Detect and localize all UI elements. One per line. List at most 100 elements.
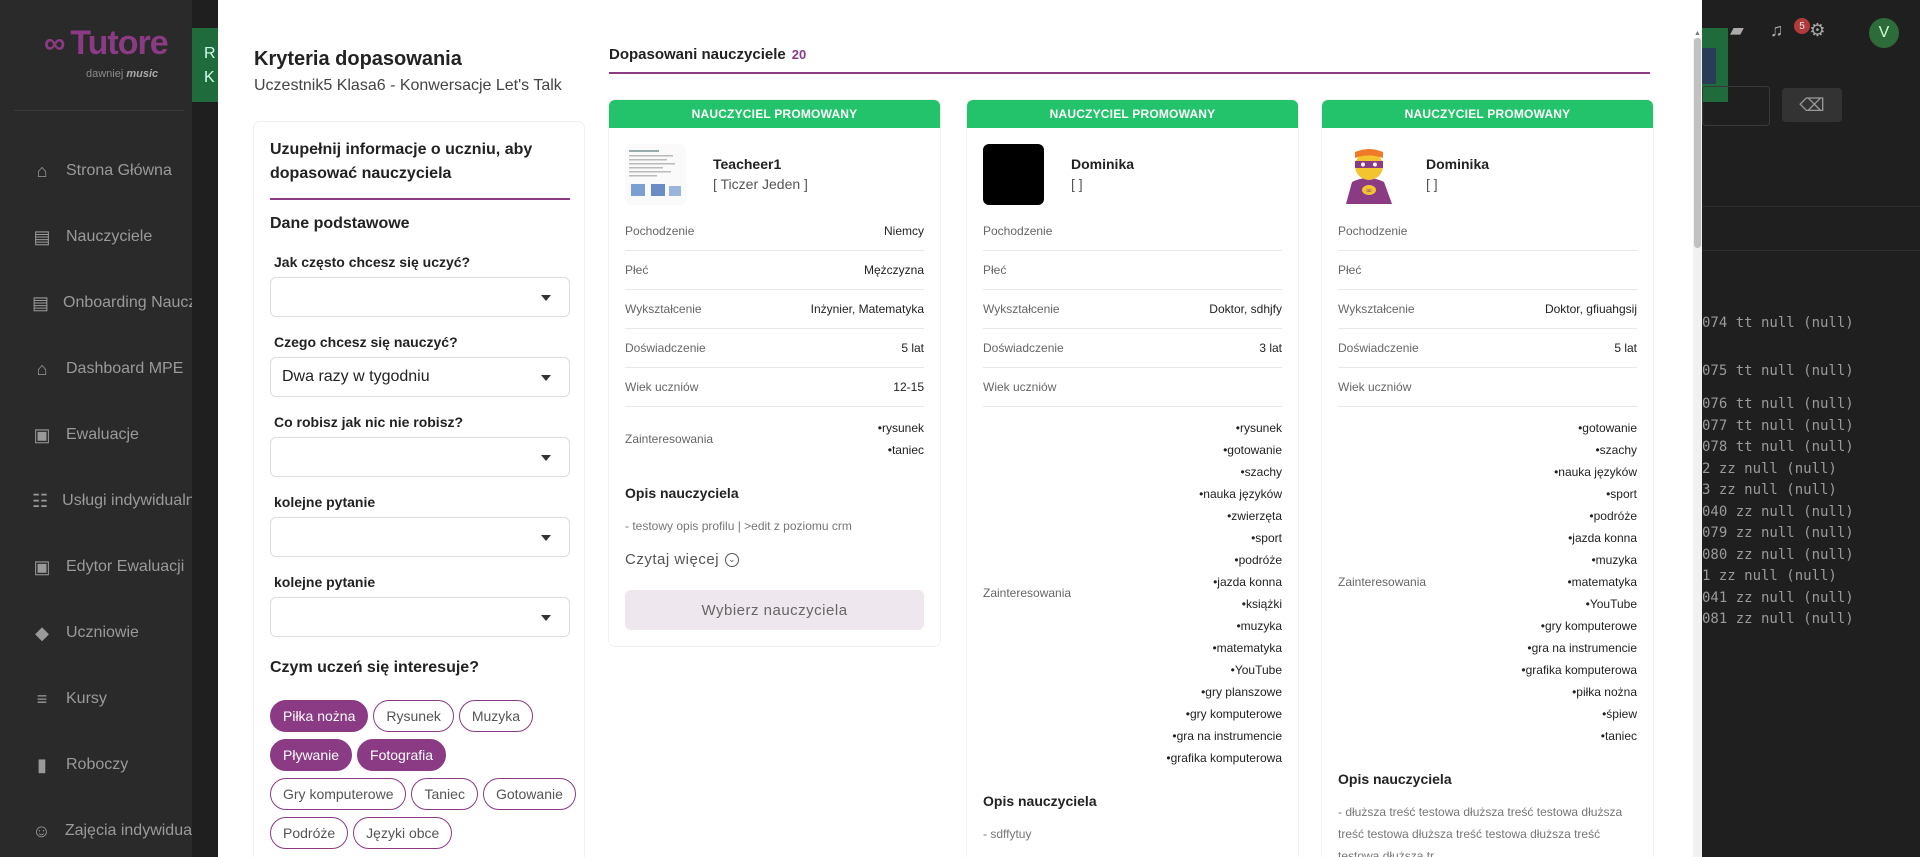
teacher-name: Dominika (1426, 156, 1490, 172)
interest-item: •taniec (1600, 729, 1637, 743)
sidebar-item-label: Onboarding Naucz (63, 294, 192, 311)
scrollbar-thumb[interactable] (1694, 38, 1701, 248)
sidebar-item-students[interactable]: ◆ Uczniowie (0, 600, 192, 666)
question-select-next-2[interactable] (270, 597, 570, 637)
sidebar-item-evaluations[interactable]: ▣ Ewaluacje (0, 402, 192, 468)
sidebar-nav: ⌂ Strona Główna ▤ Nauczyciele ▤ Onboarding … (0, 138, 192, 857)
interest-chip[interactable]: Fotografia (357, 739, 447, 771)
sidebar-item-services[interactable]: ☷ Usługi indywidualn (0, 468, 192, 534)
interests-section-title: Czym uczeń się interesuje? (270, 659, 479, 676)
interest-chip[interactable]: Podróże (270, 817, 349, 849)
interest-item: •rysunek (1235, 421, 1282, 435)
sidebar-item-teachers[interactable]: ▤ Nauczyciele (0, 204, 192, 270)
sidebar: ∞ Tutore dawniej music ⌂ Strona Główna ▤ N… (0, 0, 192, 857)
log-line: 077 tt null (null) (1702, 417, 1854, 434)
matched-divider (609, 72, 1650, 74)
question-select-goal[interactable]: Dwa razy w tygodniu (270, 357, 570, 397)
match-modal: Kryteria dopasowania Uczestnik5 Klasa6 -… (218, 0, 1702, 857)
interest-chip[interactable]: Języki obce (353, 817, 453, 849)
log-line: 041 zz null (null) (1702, 589, 1854, 606)
interest-item: •podróże (1234, 553, 1282, 567)
teacher-icon: ▤ (32, 292, 50, 313)
chat-icon[interactable]: ▰ (1730, 20, 1744, 41)
app-logo: ∞ Tutore (44, 24, 169, 62)
gear-icon[interactable]: ⚙ (1809, 20, 1825, 41)
banner-button[interactable] (1702, 48, 1716, 84)
interest-item: •matematyka (1567, 575, 1637, 589)
interest-item: •szachy (1240, 465, 1282, 479)
question-label: Czego chcesz się nauczyć? (274, 334, 458, 350)
attr-experience: Doświadczenie 5 lat (625, 329, 924, 368)
sidebar-item-eval-editor[interactable]: ▣ Edytor Ewaluacji (0, 534, 192, 600)
interest-item: •podróże (1589, 509, 1637, 523)
teacher-card: NAUCZYCIEL PROMOWANY ∞ Dominika [ ] Poch… (1322, 100, 1653, 857)
teacher-nickname: [ ] (1426, 176, 1438, 192)
sidebar-item-onboarding[interactable]: ▤ Onboarding Naucz (0, 270, 192, 336)
promoted-badge: NAUCZYCIEL PROMOWANY (1322, 100, 1653, 128)
home-icon: ⌂ (36, 358, 48, 379)
attr-value: Inżynier, Matematyka (810, 302, 924, 316)
log-line: 080 zz null (null) (1702, 546, 1854, 563)
sidebar-item-label: Strona Główna (66, 162, 172, 179)
sidebar-item-courses[interactable]: ≡ Kursy (0, 666, 192, 732)
sidebar-item-dashboard[interactable]: ⌂ Dashboard MPE (0, 336, 192, 402)
question-label: kolejne pytanie (274, 494, 376, 510)
interest-chip[interactable]: Gotowanie (482, 778, 576, 810)
description-title: Opis nauczyciela (983, 793, 1097, 809)
sidebar-item-home[interactable]: ⌂ Strona Główna (0, 138, 192, 204)
modal-scrollbar[interactable]: ▲ (1693, 30, 1702, 857)
log-list: 074 tt null (null) 075 tt null (null) 07… (1702, 313, 1854, 631)
interest-item: •zwierzęta (1227, 509, 1282, 523)
sidebar-item-individual[interactable]: ☺ Zajęcia indywidua (0, 798, 192, 857)
interest-item: •sport (1606, 487, 1637, 501)
question-select-frequency[interactable] (270, 277, 570, 317)
sidebar-item-label: Uczniowie (66, 624, 139, 641)
interest-chip[interactable]: Rysunek (373, 700, 454, 732)
attr-value: Doktor, sdhjfy (1209, 302, 1282, 316)
description-text: - dłuższa treść testowa dłuższa treść te… (1338, 805, 1623, 857)
logo-subtitle: dawniej music (86, 68, 159, 80)
interest-chip[interactable]: Muzyka (458, 700, 534, 732)
attr-origin: Pochodzenie Niemcy (625, 212, 924, 251)
interest-item: •nauka języków (1199, 487, 1282, 501)
read-more-link[interactable]: Czytaj więcej ⌄ (625, 551, 924, 568)
avatar[interactable]: V (1869, 18, 1899, 48)
attr-gender: Płeć (1338, 251, 1637, 290)
caret-down-icon (541, 615, 551, 621)
interest-chip[interactable]: Taniec (411, 778, 478, 810)
sidebar-item-label: Ewaluacje (66, 426, 139, 443)
chevron-down-circle-icon: ⌄ (725, 552, 740, 567)
interest-item: •matematyka (1212, 641, 1282, 655)
attr-value: Niemcy (883, 224, 924, 238)
attr-student-age: Wiek uczniów (1338, 368, 1637, 407)
attr-label: Wykształcenie (1338, 302, 1415, 316)
attr-label: Pochodzenie (625, 224, 695, 238)
attr-label: Pochodzenie (983, 224, 1053, 238)
choose-teacher-button[interactable]: Wybierz nauczyciela (625, 590, 924, 630)
form-heading-divider (270, 198, 570, 200)
attr-value: 3 lat (1259, 341, 1282, 355)
bell-icon[interactable]: ♫ (1770, 20, 1784, 41)
interest-item: •piłka nożna (1572, 685, 1637, 699)
notification-banner: RK (192, 28, 218, 102)
interest-chip[interactable]: Piłka nożna (270, 700, 369, 732)
interest-chip[interactable]: Gry komputerowe (270, 778, 407, 810)
question-select-next-1[interactable] (270, 517, 570, 557)
teacher-name: Teacheer1 (713, 156, 782, 172)
matched-heading: Dopasowani nauczyciele 20 (609, 46, 806, 63)
attr-label: Zainteresowania (1338, 575, 1427, 589)
sidebar-item-drafts[interactable]: ▮ Roboczy (0, 732, 192, 798)
backspace-icon: ⌫ (1799, 94, 1825, 115)
graduation-cap-icon: ◆ (35, 622, 49, 643)
question-select-hobby[interactable] (270, 437, 570, 477)
interest-chip[interactable]: Pływanie (270, 739, 353, 771)
notification-badge: 5 (1794, 18, 1810, 34)
sidebar-item-label: Roboczy (66, 756, 129, 773)
clear-button[interactable]: ⌫ (1782, 88, 1842, 122)
interest-item: •gry komputerowe (1540, 619, 1637, 633)
interest-item: •YouTube (1585, 597, 1637, 611)
attr-label: Płeć (625, 263, 649, 277)
scroll-up-arrow-icon[interactable]: ▲ (1693, 30, 1702, 38)
search-input[interactable] (1702, 86, 1770, 126)
log-line: 076 tt null (null) (1702, 396, 1854, 412)
